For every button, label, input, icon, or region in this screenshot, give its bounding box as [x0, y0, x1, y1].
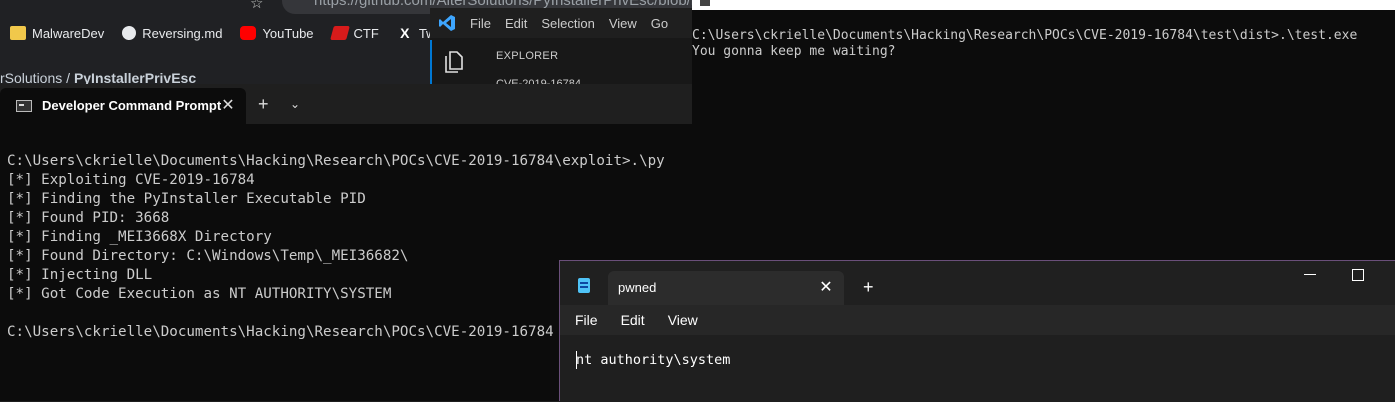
bookmark-star-icon[interactable]: ☆: [250, 0, 263, 12]
tab-title: Developer Command Prompt: [42, 98, 222, 113]
notepad-menubar: File Edit View: [560, 305, 1395, 335]
menu-view[interactable]: View: [668, 312, 698, 328]
youtube-icon: [240, 26, 257, 40]
vscode-menu-selection[interactable]: Selection: [541, 16, 594, 31]
bookmark-ctf[interactable]: CTF: [329, 25, 379, 41]
new-tab-button[interactable]: +: [863, 277, 874, 298]
files-icon: [445, 51, 463, 73]
explorer-title: EXPLORER: [496, 50, 559, 62]
vscode-menubar: File Edit Selection View Go: [430, 8, 692, 38]
bookmark-malwaredev[interactable]: MalwareDev: [10, 26, 104, 41]
menu-edit[interactable]: Edit: [621, 312, 645, 328]
vscode-menu-file[interactable]: File: [470, 16, 491, 31]
minimize-button[interactable]: [1304, 274, 1316, 275]
terminal-tabbar: Developer Command Prompt ✕ + ⌄: [0, 84, 692, 124]
x-logo-icon: X: [400, 25, 410, 41]
vscode-menu-view[interactable]: View: [609, 16, 637, 31]
vscode-menu-edit[interactable]: Edit: [505, 16, 527, 31]
bookmark-label: YouTube: [262, 25, 314, 41]
text-editor[interactable]: nt authority\system: [560, 335, 1395, 402]
bookmark-label: CTF: [353, 25, 379, 41]
close-tab-button[interactable]: ✕: [816, 277, 836, 297]
bookmarks-bar: MalwareDev Reversing.md YouTube CTF X Tw…: [0, 20, 461, 46]
editor-content: nt authority\system: [576, 352, 731, 368]
command-prompt-icon: [16, 100, 32, 112]
console-output[interactable]: C:\Users\ckrielle\Documents\Hacking\Rese…: [692, 28, 1357, 60]
bookmark-youtube[interactable]: YouTube: [240, 25, 314, 41]
close-tab-button[interactable]: ✕: [218, 95, 238, 115]
notepad-window: pwned ✕ + File Edit View nt authority\sy…: [559, 260, 1395, 402]
new-tab-button[interactable]: +: [258, 94, 269, 115]
notepad-tabbar: pwned ✕ +: [560, 261, 1395, 305]
notepad-icon: [578, 278, 590, 293]
tab-pwned[interactable]: pwned ✕: [608, 271, 844, 305]
maximize-button[interactable]: [1352, 269, 1364, 281]
bookmark-label: MalwareDev: [32, 25, 105, 41]
test-exe-console-window: C:\Users\ckrielle\Documents\Hacking\Rese…: [692, 0, 1395, 260]
folder-icon: [10, 26, 26, 40]
activity-explorer[interactable]: [430, 40, 476, 84]
console-titlebar: [692, 0, 1395, 10]
chevron-down-icon[interactable]: ⌄: [290, 97, 300, 111]
bookmark-label: Reversing.md: [142, 25, 223, 41]
tab-developer-command-prompt[interactable]: Developer Command Prompt ✕: [0, 88, 246, 124]
vscode-logo-icon: [438, 14, 456, 32]
bookmark-reversing[interactable]: Reversing.md: [122, 26, 222, 41]
vscode-window: File Edit Selection View Go EXPLORER CVE…: [430, 8, 692, 90]
github-icon: [122, 26, 137, 40]
ctf-icon: [329, 26, 350, 40]
vscode-menu-go[interactable]: Go: [651, 16, 668, 31]
console-app-icon: [700, 0, 710, 6]
text-caret: [576, 351, 577, 369]
menu-file[interactable]: File: [575, 312, 598, 328]
tab-title: pwned: [618, 280, 657, 295]
